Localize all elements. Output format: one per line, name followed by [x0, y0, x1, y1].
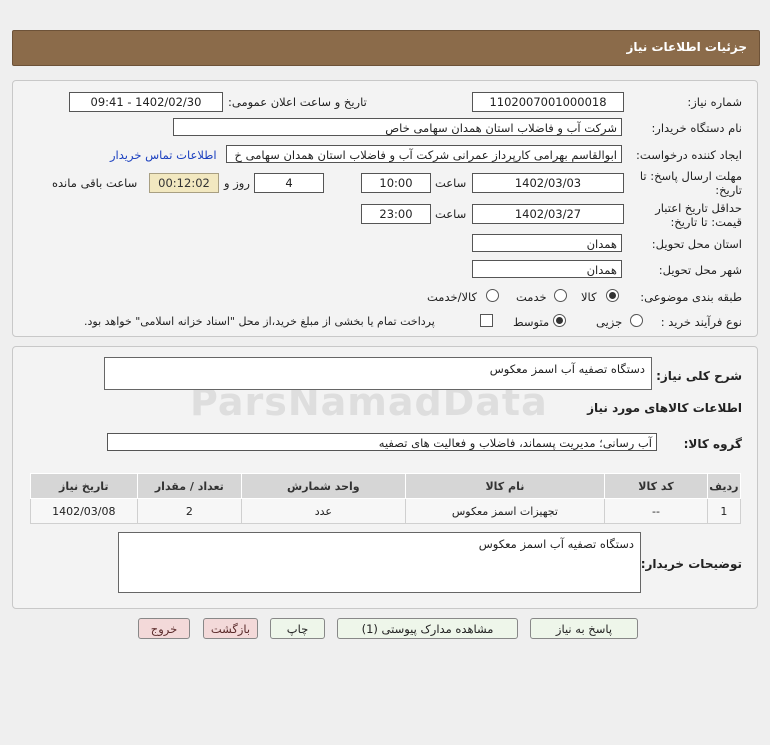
reply-button[interactable]: پاسخ به نیاز — [530, 618, 638, 639]
page-header: جزئیات اطلاعات نیاز — [12, 30, 760, 66]
buyer-notes-field: دستگاه تصفیه آب اسمز معکوس — [118, 532, 641, 593]
validity-time-field: 23:00 — [361, 204, 431, 224]
process-radio-medium[interactable] — [553, 314, 566, 327]
col-row-number: ردیف — [706, 473, 742, 499]
remaining-time-field: 00:12:02 — [149, 173, 219, 193]
deadline-time-word: ساعت — [435, 176, 467, 190]
print-button[interactable]: چاپ — [270, 618, 325, 639]
contact-buyer-link[interactable]: اطلاعات تماس خریدار — [110, 148, 217, 162]
category-option-goods: کالا — [581, 290, 597, 304]
announce-label: تاریخ و ساعت اعلان عمومی: — [228, 95, 367, 109]
creator-field: ابوالقاسم بهرامی کارپرداز عمرانی شرکت آب… — [226, 145, 622, 163]
goods-table: ردیف کد کالا نام کالا واحد شمارش تعداد /… — [30, 473, 742, 524]
treasury-payment-note: پرداخت تمام یا بخشی از مبلغ خرید،از محل … — [84, 315, 435, 328]
col-item-name: نام کالا — [404, 473, 606, 499]
back-button[interactable]: بازگشت — [203, 618, 258, 639]
days-field: 4 — [254, 173, 324, 193]
need-number-label: شماره نیاز: — [687, 95, 742, 109]
summary-label: شرح کلی نیاز: — [656, 369, 742, 383]
goods-table-header: ردیف کد کالا نام کالا واحد شمارش تعداد /… — [30, 473, 742, 499]
process-radio-minor[interactable] — [630, 314, 643, 327]
process-option-medium: متوسط — [513, 315, 550, 329]
buyer-org-field: شرکت آب و فاضلاب استان همدان سهامی خاص — [173, 118, 622, 136]
deadline-label-1: مهلت ارسال پاسخ: تا — [639, 169, 742, 183]
deadline-label-2: تاریخ: — [715, 183, 742, 197]
category-option-service: خدمت — [516, 290, 547, 304]
cell-item-code: -- — [604, 498, 708, 524]
announce-datetime-field: 1402/02/30 - 09:41 — [69, 92, 223, 112]
col-quantity: تعداد / مقدار — [136, 473, 243, 499]
cell-row-number: 1 — [706, 498, 742, 524]
goods-group-field: آب رسانی؛ مدیریت پسماند، فاضلاب و فعالیت… — [107, 433, 657, 451]
view-attachments-button[interactable]: مشاهده مدارک پیوستی (1) — [337, 618, 518, 639]
validity-time-word: ساعت — [435, 207, 467, 221]
goods-group-label: گروه کالا: — [683, 437, 742, 451]
summary-field: دستگاه تصفیه آب اسمز معکوس — [104, 357, 652, 390]
category-radio-goods-service[interactable] — [486, 289, 499, 302]
city-field: همدان — [472, 260, 622, 278]
category-label: طبقه بندی موضوعی: — [640, 290, 742, 304]
province-label: استان محل تحویل: — [651, 237, 742, 251]
validity-date-field: 1402/03/27 — [472, 204, 624, 224]
buyer-notes-label: توضیحات خریدار: — [640, 557, 742, 571]
creator-label: ایجاد کننده درخواست: — [636, 148, 742, 162]
category-option-goods-service: کالا/خدمت — [427, 290, 478, 304]
treasury-payment-checkbox[interactable] — [480, 314, 493, 327]
province-field: همدان — [472, 234, 622, 252]
col-need-date: تاریخ نیاز — [30, 473, 138, 499]
remaining-word: ساعت باقی مانده — [52, 176, 138, 190]
validity-label-1: حداقل تاریخ اعتبار — [655, 201, 742, 215]
cell-need-date: 1402/03/08 — [30, 498, 138, 524]
cell-unit: عدد — [241, 498, 406, 524]
deadline-date-field: 1402/03/03 — [472, 173, 624, 193]
city-label: شهر محل تحویل: — [658, 263, 742, 277]
page-title: جزئیات اطلاعات نیاز — [626, 40, 747, 54]
deadline-time-field: 10:00 — [361, 173, 431, 193]
need-number-field: 1102007001000018 — [472, 92, 624, 112]
table-row: 1 -- تجهیزات اسمز معکوس عدد 2 1402/03/08 — [30, 498, 742, 524]
category-radio-goods[interactable] — [606, 289, 619, 302]
col-item-code: کد کالا — [604, 473, 708, 499]
days-word: روز و — [224, 176, 250, 190]
cell-quantity: 2 — [136, 498, 243, 524]
category-radio-service[interactable] — [554, 289, 567, 302]
exit-button[interactable]: خروج — [138, 618, 190, 639]
col-unit: واحد شمارش — [241, 473, 406, 499]
process-option-minor: جزیی — [596, 315, 623, 329]
validity-label-2: قیمت: تا تاریخ: — [670, 215, 742, 229]
process-label: نوع فرآیند خرید : — [660, 315, 742, 329]
cell-item-name: تجهیزات اسمز معکوس — [404, 498, 606, 524]
goods-section-title: اطلاعات کالاهای مورد نیاز — [587, 401, 742, 415]
buyer-org-label: نام دستگاه خریدار: — [651, 121, 742, 135]
